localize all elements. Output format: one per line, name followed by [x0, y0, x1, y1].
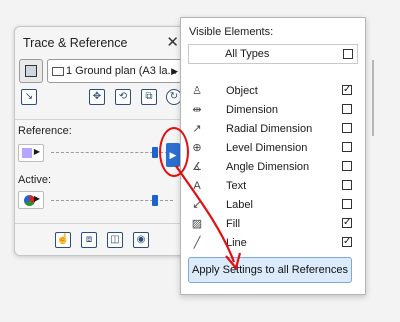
angle-dimension-icon: ∡	[192, 161, 202, 173]
reference-label: Reference:	[18, 125, 72, 137]
mirror-reference-icon[interactable]: ⧉	[141, 89, 157, 105]
all-types-checkbox[interactable]	[343, 49, 353, 59]
divider	[15, 119, 188, 120]
scrollbar[interactable]	[372, 60, 374, 136]
text-icon: A	[193, 180, 201, 192]
active-slider-thumb[interactable]	[152, 195, 158, 206]
angle-dimension-checkbox[interactable]	[342, 161, 352, 171]
rotate-reference-icon[interactable]: ⟲	[115, 89, 131, 105]
list-item[interactable]: ↗ Radial Dimension	[188, 120, 358, 139]
set-reference-icon[interactable]: ↘	[21, 89, 37, 105]
divider	[15, 223, 188, 224]
text-checkbox[interactable]	[342, 180, 352, 190]
reference-color-swatch[interactable]: ▶	[18, 144, 44, 162]
all-types-row[interactable]: All Types	[188, 44, 358, 64]
reference-intensity-slider[interactable]	[51, 147, 173, 158]
visible-elements-popup: Visible Elements: All Types ♙ Object ✓ ⇹…	[180, 17, 366, 295]
fill-icon: ▨	[191, 218, 203, 230]
dimension-checkbox[interactable]	[342, 104, 352, 114]
highlight-ring	[159, 127, 189, 177]
chevron-right-icon: ▶	[33, 194, 40, 203]
reference-view-name: 1 Ground plan (A3 la...	[66, 65, 177, 77]
apply-settings-button[interactable]: Apply Settings to all References	[188, 257, 352, 283]
chevron-right-icon: ▶	[171, 66, 178, 76]
active-color-swatch[interactable]: ▶	[18, 191, 44, 209]
view-selector-row: 1 Ground plan (A3 la... ▶	[19, 59, 183, 83]
dimension-icon: ⇹	[192, 104, 202, 116]
active-label: Active:	[18, 174, 52, 186]
popup-title: Visible Elements:	[189, 26, 274, 38]
label-checkbox[interactable]	[342, 199, 352, 209]
list-item[interactable]: ⇹ Dimension	[188, 101, 358, 120]
palette-title: Trace & Reference	[23, 36, 128, 50]
split-view-icon[interactable]: ◫	[107, 232, 123, 248]
line-icon: ╱	[193, 237, 201, 249]
reference-slider-thumb[interactable]	[152, 147, 158, 158]
radial-dimension-icon: ↗	[192, 123, 202, 135]
list-item[interactable]: ♙ Object ✓	[188, 82, 358, 101]
list-item[interactable]: ⊕ Level Dimension	[188, 139, 358, 158]
reference-view-dropdown[interactable]: 1 Ground plan (A3 la... ▶	[47, 59, 183, 83]
list-item[interactable]: A Text	[188, 177, 358, 196]
list-item[interactable]: ╱ Line ✓	[188, 234, 358, 253]
level-dimension-checkbox[interactable]	[342, 142, 352, 152]
fill-checkbox[interactable]: ✓	[342, 218, 352, 228]
all-types-label: All Types	[225, 48, 270, 60]
label-icon: ↙	[192, 199, 202, 211]
move-reference-icon[interactable]: ✥	[89, 89, 105, 105]
list-item[interactable]: ▨ Fill ✓	[188, 215, 358, 234]
radial-dimension-checkbox[interactable]	[342, 123, 352, 133]
list-item[interactable]: ↙ Label	[188, 196, 358, 215]
line-checkbox[interactable]: ✓	[342, 237, 352, 247]
object-checkbox[interactable]: ✓	[342, 85, 352, 95]
active-intensity-slider[interactable]	[51, 195, 173, 206]
close-icon[interactable]: ✕	[166, 33, 179, 51]
level-dimension-icon: ⊕	[192, 142, 202, 154]
list-item[interactable]: ∡ Angle Dimension	[188, 158, 358, 177]
chevron-right-icon: ▶	[33, 147, 40, 156]
display-tools-row: ☝ ⧈ ◫ ◉	[19, 232, 184, 252]
view-icon	[52, 67, 64, 76]
object-icon: ♙	[192, 85, 202, 97]
reference-mode-button[interactable]	[19, 59, 43, 83]
reference-tools-row: ↘ ✥ ⟲ ⧉ ↻	[19, 89, 184, 109]
reference-color-fill	[22, 148, 32, 158]
show-changes-icon[interactable]: ◉	[133, 232, 149, 248]
hand-select-icon[interactable]: ☝	[55, 232, 71, 248]
compare-icon[interactable]: ⧈	[81, 232, 97, 248]
